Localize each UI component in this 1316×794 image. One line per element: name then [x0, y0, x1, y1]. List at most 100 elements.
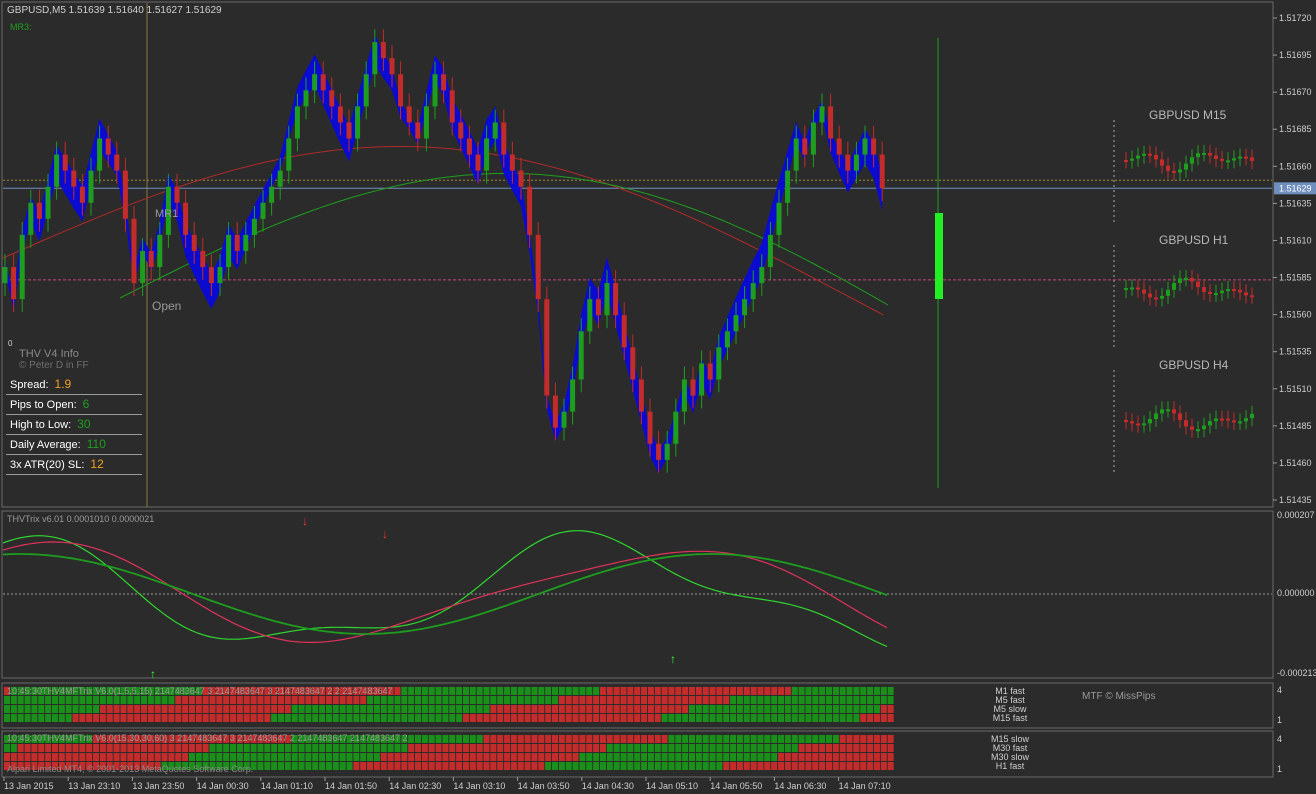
heatmap1-cell [243, 714, 250, 722]
heatmap2-cell [346, 744, 353, 752]
price-tick-label: 1.51435 [1279, 495, 1312, 505]
heatmap2-cell [771, 744, 778, 752]
heatmap2-cell [579, 762, 586, 770]
candle-body [501, 122, 507, 155]
heatmap1-cell [558, 714, 565, 722]
candle-body [742, 299, 748, 316]
heatmap2-cell [586, 753, 593, 761]
heatmap1-cell [853, 687, 860, 695]
candle-body [595, 299, 601, 316]
heatmap1-cell [750, 696, 757, 704]
heatmap2-cell [832, 753, 839, 761]
heatmap2-cell [757, 762, 764, 770]
heatmap1-cell [517, 687, 524, 695]
heatmap2-cell [791, 744, 798, 752]
heatmap2-cell [504, 753, 511, 761]
heatmap2-cell [278, 753, 284, 761]
heatmap1-cell [10, 705, 17, 713]
mt4-chart-window[interactable]: ↓↓↑↑0.0002070.000000-0.000213 M1 fastM5 … [0, 0, 1316, 794]
heatmap2-cell [147, 744, 154, 752]
time-tick-label: 14 Jan 03:50 [518, 781, 570, 791]
candle-body [561, 411, 567, 428]
heatmap1-cell [832, 696, 839, 704]
heatmap2-cell [38, 753, 45, 761]
heatmap2-cell [134, 753, 141, 761]
zero-label: 0 [8, 339, 13, 348]
heatmap1-cell [538, 705, 545, 713]
heatmap2-cell [606, 744, 613, 752]
heatmap1-cell [127, 705, 134, 713]
mtf-m15-candle-body [1130, 158, 1134, 161]
mtf-m15-candle-body [1178, 169, 1182, 173]
current-bar-marker [935, 213, 943, 299]
heatmap2-cell [490, 753, 497, 761]
heatmap2-cell [552, 753, 558, 761]
heatmap2-cell [641, 735, 648, 743]
heatmap2-cell [45, 753, 52, 761]
candle-body [71, 170, 77, 187]
heatmap1-cell [360, 714, 367, 722]
heatmap1-cell [510, 696, 517, 704]
heatmap1-cell [497, 705, 504, 713]
mr3-label: MR3: [10, 22, 32, 32]
heatmap2-cell [401, 762, 408, 770]
heatmap1-cell [689, 687, 695, 695]
heatmap1-cell [730, 714, 737, 722]
candle-body [793, 138, 799, 171]
heatmap1-cell [113, 705, 120, 713]
mr1-label: MR1 [155, 208, 178, 220]
candle-body [656, 443, 662, 460]
heatmap2-cell [723, 753, 730, 761]
heatmap2-cell [641, 753, 648, 761]
heatmap1-cell [421, 705, 428, 713]
heatmap2-cell [682, 735, 689, 743]
mtf-h4-candle-body [1130, 421, 1134, 424]
heatmap2-cell [730, 735, 737, 743]
heatmap1-cell [264, 705, 271, 713]
heatmap2-cell [339, 744, 346, 752]
heatmap2-cell [723, 744, 730, 752]
heatmap1-cell [93, 696, 100, 704]
heatmap2-cell [682, 744, 689, 752]
heatmap2-cell [558, 762, 565, 770]
heatmap2-cell [695, 753, 702, 761]
heatmap2-cell [127, 753, 134, 761]
mtf-h1-candle-body [1190, 277, 1194, 282]
heatmap1-cell [538, 687, 545, 695]
heatmap2-cell [839, 744, 846, 752]
trix-axis-label: 0.000207 [1277, 510, 1315, 520]
heatmap1-cell [106, 696, 113, 704]
heatmap1-cell [236, 705, 243, 713]
heatmap1-cell [647, 687, 654, 695]
heatmap1-cell [65, 714, 72, 722]
heatmap1-cell [319, 705, 326, 713]
heatmap2-cell [469, 753, 476, 761]
heatmap2-cell [394, 753, 401, 761]
heatmap2-cell [750, 735, 757, 743]
heatmap1-cell [51, 696, 58, 704]
heatmap2-cell [791, 753, 798, 761]
candle-body [449, 90, 455, 123]
heatmap1-cell [380, 705, 387, 713]
heatmap1-cell [860, 705, 867, 713]
heatmap1-cell [469, 687, 476, 695]
heatmap1-cell [531, 705, 538, 713]
mtf-title-m15: GBPUSD M15 [1149, 108, 1227, 122]
time-tick-label: 14 Jan 06:30 [774, 781, 826, 791]
heatmap2-cell [887, 753, 894, 761]
heatmap2-cell [764, 753, 771, 761]
heatmap2-cell [332, 762, 339, 770]
heatmap1-cell [723, 705, 730, 713]
heatmap1-cell [490, 687, 497, 695]
heatmap1-cell [634, 687, 641, 695]
mtf-h4-candle-body [1202, 425, 1206, 430]
heatmap2-cell [113, 744, 120, 752]
heatmap1-cell [373, 705, 380, 713]
heatmap2-cell [360, 744, 367, 752]
heatmap2-cell [325, 753, 332, 761]
heatmap2-cell [709, 762, 716, 770]
candle-body [776, 202, 782, 235]
heatmap2-cell [689, 744, 695, 752]
heatmap2-cell [58, 744, 65, 752]
heatmap2-cell [319, 753, 326, 761]
